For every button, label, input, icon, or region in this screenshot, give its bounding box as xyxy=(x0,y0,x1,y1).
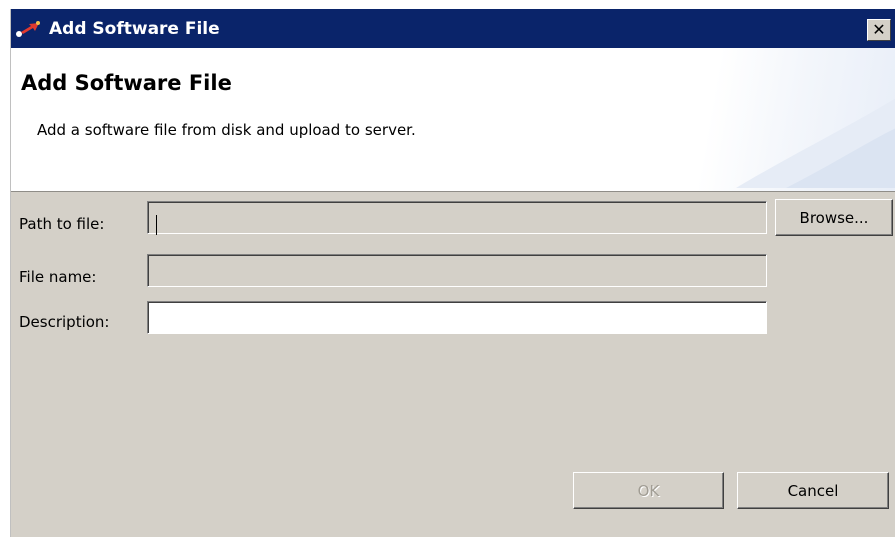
description-input[interactable] xyxy=(147,301,767,334)
page-description: Add a software file from disk and upload… xyxy=(37,121,416,139)
page-title: Add Software File xyxy=(21,71,232,95)
ok-button[interactable]: OK xyxy=(573,472,724,509)
file-name-input[interactable] xyxy=(147,254,767,287)
description-label: Description: xyxy=(19,313,110,331)
close-icon: ✕ xyxy=(872,20,886,39)
software-package-icon xyxy=(16,21,40,37)
text-caret xyxy=(156,215,157,235)
title-bar[interactable]: Add Software File ✕ xyxy=(11,9,895,48)
path-to-file-label: Path to file: xyxy=(19,215,105,233)
file-name-label: File name: xyxy=(19,268,97,286)
window-title: Add Software File xyxy=(49,19,220,39)
header-banner: Add Software File Add a software file fr… xyxy=(11,48,895,192)
cancel-button[interactable]: Cancel xyxy=(737,472,889,509)
banner-decoration xyxy=(736,98,895,188)
add-software-file-dialog: Add Software File ✕ Add Software File Ad… xyxy=(10,9,895,537)
close-button[interactable]: ✕ xyxy=(867,19,891,41)
browse-button[interactable]: Browse... xyxy=(775,199,893,236)
path-to-file-input[interactable] xyxy=(147,201,767,234)
